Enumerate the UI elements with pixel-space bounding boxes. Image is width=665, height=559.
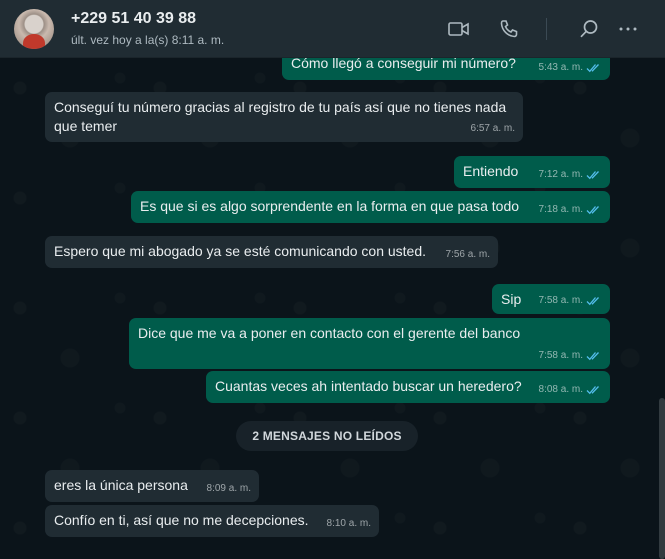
message-bubble[interactable]: Es que si es algo sorprendente en la for… bbox=[131, 191, 610, 223]
read-ticks-icon bbox=[586, 63, 599, 72]
message-text: Entiendo bbox=[463, 163, 519, 179]
message-list[interactable]: Cómo llegó a conseguir mi número? 5:43 a… bbox=[0, 58, 665, 559]
message-time: 7:56 a. m. bbox=[445, 249, 490, 260]
message-text: Cómo llegó a conseguir mi número? bbox=[291, 58, 516, 71]
message-meta: 7:12 a. m. bbox=[539, 165, 602, 184]
unread-messages-divider: 2 MENSAJES NO LEÍDOS bbox=[236, 421, 418, 451]
message-meta: 8:10 a. m. bbox=[327, 514, 371, 533]
more-options-icon[interactable] bbox=[616, 17, 640, 41]
message-bubble[interactable]: Dice que me va a poner en contacto con e… bbox=[129, 318, 610, 369]
message-text: Confío en ti, así que no me decepciones. bbox=[54, 512, 309, 528]
message-bubble[interactable]: Sip 7:58 a. m. bbox=[492, 284, 610, 314]
read-ticks-icon bbox=[586, 385, 599, 394]
message-bubble[interactable]: Entiendo 7:12 a. m. bbox=[454, 156, 610, 188]
message-bubble[interactable]: Espero que mi abogado ya se esté comunic… bbox=[45, 236, 498, 268]
message-bubble[interactable]: Cuantas veces ah intentado buscar un her… bbox=[206, 371, 610, 403]
message-text: Sip bbox=[501, 291, 522, 307]
message-time: 5:43 a. m. bbox=[538, 62, 583, 73]
message-time: 8:09 a. m. bbox=[206, 483, 251, 494]
voice-call-icon[interactable] bbox=[497, 17, 521, 41]
message-meta: 7:58 a. m. bbox=[539, 346, 602, 365]
read-ticks-icon bbox=[586, 351, 599, 360]
chat-header: +229 51 40 39 88 últ. vez hoy a la(s) 8:… bbox=[0, 0, 665, 58]
message-bubble[interactable]: Cómo llegó a conseguir mi número? 5:43 a… bbox=[282, 58, 610, 80]
message-bubble[interactable]: Confío en ti, así que no me decepciones.… bbox=[45, 505, 379, 537]
message-time: 7:58 a. m. bbox=[538, 295, 583, 306]
message-text: eres la única persona bbox=[54, 477, 188, 493]
message-text: Cuantas veces ah intentado buscar un her… bbox=[215, 378, 522, 394]
message-text: Dice que me va a poner en contacto con e… bbox=[138, 325, 521, 341]
message-meta: 7:58 a. m. bbox=[539, 291, 602, 310]
read-ticks-icon bbox=[586, 170, 599, 179]
read-ticks-icon bbox=[586, 296, 599, 305]
message-bubble[interactable]: Conseguí tu número gracias al registro d… bbox=[45, 92, 523, 142]
message-meta: 8:08 a. m. bbox=[539, 380, 602, 399]
contact-avatar[interactable] bbox=[14, 9, 54, 49]
contact-name[interactable]: +229 51 40 39 88 bbox=[71, 10, 196, 28]
message-time: 7:18 a. m. bbox=[538, 204, 583, 215]
header-divider bbox=[546, 18, 547, 40]
message-meta: 7:56 a. m. bbox=[446, 245, 490, 264]
message-meta: 5:43 a. m. bbox=[539, 58, 602, 77]
message-bubble[interactable]: eres la única persona 8:09 a. m. bbox=[45, 470, 259, 502]
message-time: 7:12 a. m. bbox=[538, 169, 583, 180]
scrollbar[interactable] bbox=[659, 398, 665, 559]
message-text: Es que si es algo sorprendente en la for… bbox=[140, 198, 520, 214]
last-seen-status: últ. vez hoy a la(s) 8:11 a. m. bbox=[71, 33, 225, 47]
message-meta: 7:18 a. m. bbox=[539, 200, 602, 219]
message-meta: 8:09 a. m. bbox=[207, 479, 251, 498]
message-text: Espero que mi abogado ya se esté comunic… bbox=[54, 243, 427, 259]
message-time: 7:58 a. m. bbox=[538, 350, 583, 361]
message-meta: 6:57 a. m. bbox=[471, 119, 515, 138]
message-time: 6:57 a. m. bbox=[470, 123, 515, 134]
message-time: 8:10 a. m. bbox=[326, 518, 371, 529]
video-call-icon[interactable] bbox=[447, 17, 471, 41]
read-ticks-icon bbox=[586, 205, 599, 214]
search-icon[interactable] bbox=[577, 17, 601, 41]
message-time: 8:08 a. m. bbox=[538, 384, 583, 395]
message-text: Conseguí tu número gracias al registro d… bbox=[54, 99, 507, 134]
